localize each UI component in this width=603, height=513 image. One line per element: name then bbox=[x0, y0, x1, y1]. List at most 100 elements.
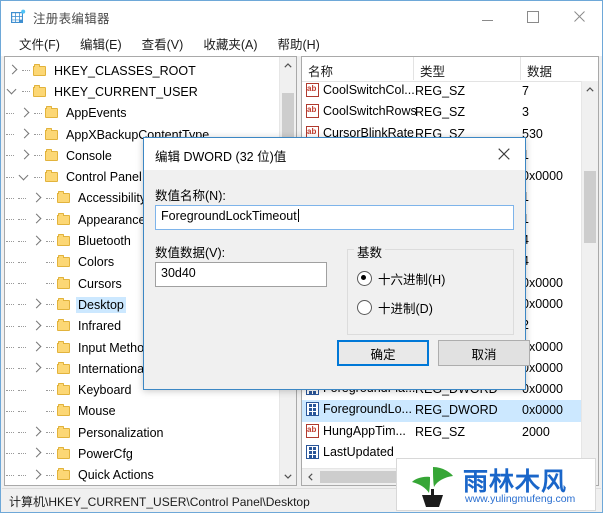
cancel-button[interactable]: 取消 bbox=[438, 340, 530, 366]
tree-connector bbox=[45, 252, 57, 273]
radio-hexadecimal[interactable]: 十六进制(H) bbox=[357, 269, 445, 288]
tree-indent bbox=[5, 188, 17, 209]
watermark: 雨林木风 www.yulingmufeng.com bbox=[396, 458, 596, 511]
tree-indent bbox=[17, 188, 29, 209]
tree-item-hkey-classes-root[interactable]: HKEY_CLASSES_ROOT bbox=[5, 60, 279, 81]
tree-indent bbox=[5, 401, 17, 422]
tree-scroll-thumb[interactable] bbox=[282, 93, 294, 141]
radio-decimal[interactable]: 十进制(D) bbox=[357, 298, 433, 317]
list-scroll-left-icon[interactable] bbox=[302, 469, 319, 485]
value-name-input[interactable]: ForegroundLockTimeout bbox=[155, 205, 514, 230]
close-icon[interactable] bbox=[556, 1, 602, 32]
cell-name-text: ForegroundLo... bbox=[323, 402, 412, 417]
folder-icon bbox=[57, 212, 71, 226]
menu-favorites[interactable]: 收藏夹(A) bbox=[193, 32, 267, 56]
tree-expander[interactable] bbox=[29, 209, 45, 230]
tree-expander[interactable] bbox=[29, 358, 45, 379]
ok-button[interactable]: 确定 bbox=[337, 340, 429, 366]
tree-connector bbox=[45, 188, 57, 209]
tree-item-hkey-current-user[interactable]: HKEY_CURRENT_USER bbox=[5, 81, 279, 102]
maximize-button[interactable] bbox=[510, 1, 556, 32]
tree-item-label: HKEY_CLASSES_ROOT bbox=[54, 63, 196, 78]
tree-scroll-up-icon[interactable] bbox=[280, 57, 296, 74]
tree-connector bbox=[33, 167, 45, 188]
tree-item-label: Control Panel bbox=[66, 170, 142, 185]
list-scroll-thumb[interactable] bbox=[584, 171, 596, 243]
chevron-right-icon bbox=[31, 362, 42, 373]
tree-expander[interactable] bbox=[29, 422, 45, 443]
tree-expander[interactable] bbox=[17, 124, 33, 145]
tree-expander[interactable] bbox=[29, 188, 45, 209]
tree-expander[interactable] bbox=[5, 60, 21, 81]
chevron-right-icon bbox=[31, 320, 42, 331]
menu-edit[interactable]: 编辑(E) bbox=[70, 32, 132, 56]
value-data-input[interactable]: 30d40 bbox=[155, 262, 327, 287]
tree-expander[interactable] bbox=[29, 294, 45, 315]
value-name-label: 数值名称(N): bbox=[155, 189, 226, 203]
tree-expander[interactable] bbox=[29, 380, 45, 401]
menu-view[interactable]: 查看(V) bbox=[132, 32, 194, 56]
table-row[interactable]: ForegroundLo... REG_DWORD 0x0000 bbox=[302, 400, 581, 422]
tree-indent bbox=[5, 380, 17, 401]
column-data[interactable]: 数据 bbox=[521, 57, 598, 80]
tree-expander[interactable] bbox=[29, 443, 45, 464]
tree-item-label: International bbox=[78, 361, 147, 376]
cell-type: REG_SZ bbox=[415, 105, 466, 120]
tree-indent bbox=[5, 252, 17, 273]
tree-connector bbox=[45, 401, 57, 422]
cell-name: ForegroundLo... bbox=[306, 402, 412, 417]
tree-indent bbox=[5, 358, 17, 379]
tree-expander[interactable] bbox=[29, 252, 45, 273]
tree-expander[interactable] bbox=[5, 81, 21, 102]
cell-data: 0x0000 bbox=[522, 275, 564, 290]
column-name[interactable]: 名称 bbox=[302, 57, 414, 80]
cell-data: 2000 bbox=[522, 424, 550, 439]
folder-icon bbox=[57, 191, 71, 204]
tree-item-label: Quick Actions bbox=[78, 468, 154, 483]
tree-expander[interactable] bbox=[29, 316, 45, 337]
tree-item-mouse[interactable]: Mouse bbox=[5, 401, 279, 422]
tree-expander[interactable] bbox=[29, 465, 45, 485]
tree-connector bbox=[45, 337, 57, 358]
tree-expander[interactable] bbox=[29, 231, 45, 252]
listview-header: 名称 类型 数据 bbox=[302, 57, 598, 82]
minimize-button[interactable] bbox=[464, 1, 510, 32]
cell-type: REG_SZ bbox=[415, 84, 466, 98]
base-group-box bbox=[347, 249, 514, 335]
tree-indent bbox=[5, 209, 17, 230]
table-row[interactable]: HungAppTim... REG_SZ 2000 bbox=[302, 422, 581, 443]
tree-indent bbox=[5, 124, 17, 145]
tree-expander[interactable] bbox=[29, 337, 45, 358]
tree-expander[interactable] bbox=[17, 103, 33, 124]
tree-expander[interactable] bbox=[29, 273, 45, 294]
column-type[interactable]: 类型 bbox=[414, 57, 521, 80]
tree-item-personalization[interactable]: Personalization bbox=[5, 422, 279, 443]
tree-expander[interactable] bbox=[17, 167, 33, 188]
list-vertical-scrollbar[interactable] bbox=[581, 81, 598, 485]
menu-file[interactable]: 文件(F) bbox=[9, 32, 70, 56]
folder-icon bbox=[45, 170, 59, 183]
tree-item-label: Bluetooth bbox=[78, 234, 131, 249]
dialog-close-icon[interactable] bbox=[483, 138, 525, 169]
menu-help[interactable]: 帮助(H) bbox=[267, 32, 329, 56]
cell-data: 0x0000 bbox=[522, 403, 564, 418]
tree-expander[interactable] bbox=[17, 145, 33, 166]
table-row[interactable]: CoolSwitchRowsREG_SZ 3 bbox=[302, 102, 581, 123]
cell-data: 0x0000 bbox=[522, 169, 564, 184]
tree-item-label: Colors bbox=[78, 255, 115, 270]
tree-item-appevents[interactable]: AppEvents bbox=[5, 103, 279, 124]
leaf-logo-icon bbox=[409, 463, 455, 508]
chevron-down-icon bbox=[18, 170, 29, 181]
list-scroll-up-icon[interactable] bbox=[582, 81, 598, 98]
tree-item-quick-actions[interactable]: Quick Actions bbox=[5, 465, 279, 485]
tree-scroll-down-icon[interactable] bbox=[280, 468, 296, 485]
tree-expander[interactable] bbox=[29, 401, 45, 422]
tree-indent bbox=[17, 422, 29, 443]
radio-hexadecimal-label: 十六进制(H) bbox=[378, 273, 446, 287]
tree-item-powercfg[interactable]: PowerCfg bbox=[5, 443, 279, 464]
folder-icon bbox=[57, 425, 71, 439]
cell-type: REG_SZ bbox=[415, 424, 466, 439]
value-name-text: ForegroundLockTimeout bbox=[161, 209, 297, 223]
folder-icon bbox=[57, 361, 71, 375]
table-row[interactable]: CoolSwitchCol...REG_SZ 7 bbox=[302, 81, 581, 102]
